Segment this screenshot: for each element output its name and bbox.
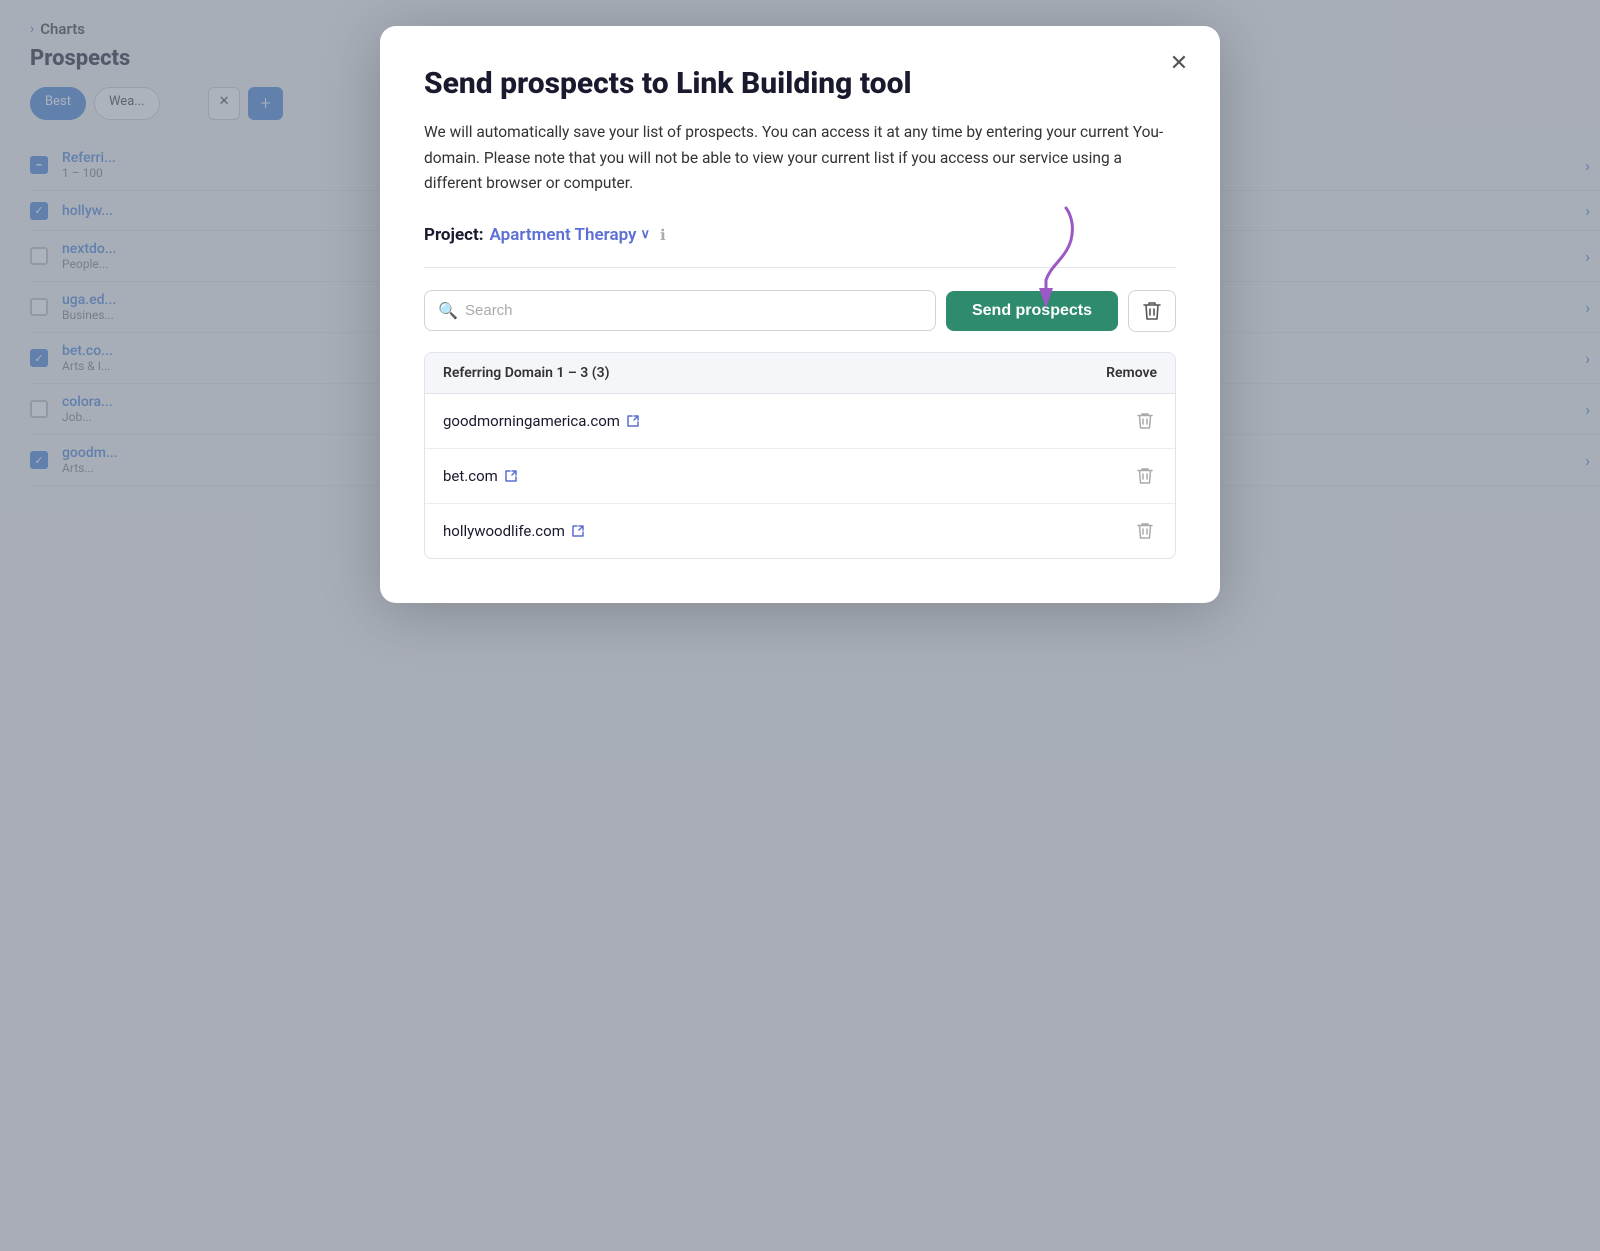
row-trash-icon-0 (1137, 412, 1153, 430)
modal-overlay: ✕ Send prospects to Link Building tool W… (0, 0, 1600, 1251)
divider (424, 267, 1176, 268)
table-header-label: Referring Domain 1 – 3 (3) (443, 365, 610, 381)
external-link-icon-0 (626, 414, 640, 428)
modal-description: We will automatically save your list of … (424, 120, 1176, 197)
modal-close-button[interactable]: ✕ (1162, 46, 1196, 80)
project-selector: Project: Apartment Therapy ∨ ℹ (424, 225, 1176, 245)
prospects-table: Referring Domain 1 – 3 (3) Remove goodmo… (424, 352, 1176, 559)
domain-link-1: bet.com (443, 467, 518, 485)
project-name-link[interactable]: Apartment Therapy ∨ (490, 225, 650, 245)
trash-icon (1143, 301, 1161, 321)
send-prospects-modal: ✕ Send prospects to Link Building tool W… (380, 26, 1220, 603)
send-prospects-button[interactable]: Send prospects (946, 291, 1118, 331)
table-row: bet.com (425, 449, 1175, 504)
domain-link-2: hollywoodlife.com (443, 522, 585, 540)
project-label: Project: (424, 225, 484, 245)
table-header-remove: Remove (1106, 365, 1157, 381)
table-header: Referring Domain 1 – 3 (3) Remove (425, 353, 1175, 394)
search-input-wrapper: 🔍 (424, 290, 936, 331)
search-icon: 🔍 (438, 301, 458, 320)
domain-name-1: bet.com (443, 467, 498, 485)
domain-link-0: goodmorningamerica.com (443, 412, 640, 430)
project-name: Apartment Therapy (490, 225, 637, 245)
external-link-icon-1 (504, 469, 518, 483)
row-delete-button-1[interactable] (1133, 463, 1157, 489)
table-row: hollywoodlife.com (425, 504, 1175, 558)
row-delete-button-0[interactable] (1133, 408, 1157, 434)
row-trash-icon-2 (1137, 522, 1153, 540)
domain-name-2: hollywoodlife.com (443, 522, 565, 540)
chevron-down-icon: ∨ (641, 227, 651, 242)
domain-name-0: goodmorningamerica.com (443, 412, 620, 430)
search-input[interactable] (424, 290, 936, 331)
info-icon: ℹ (660, 226, 666, 244)
row-trash-icon-1 (1137, 467, 1153, 485)
table-row: goodmorningamerica.com (425, 394, 1175, 449)
external-link-icon-2 (571, 524, 585, 538)
row-delete-button-2[interactable] (1133, 518, 1157, 544)
modal-title: Send prospects to Link Building tool (424, 66, 1176, 102)
action-row: 🔍 Send prospects (424, 290, 1176, 332)
delete-button[interactable] (1128, 290, 1176, 332)
